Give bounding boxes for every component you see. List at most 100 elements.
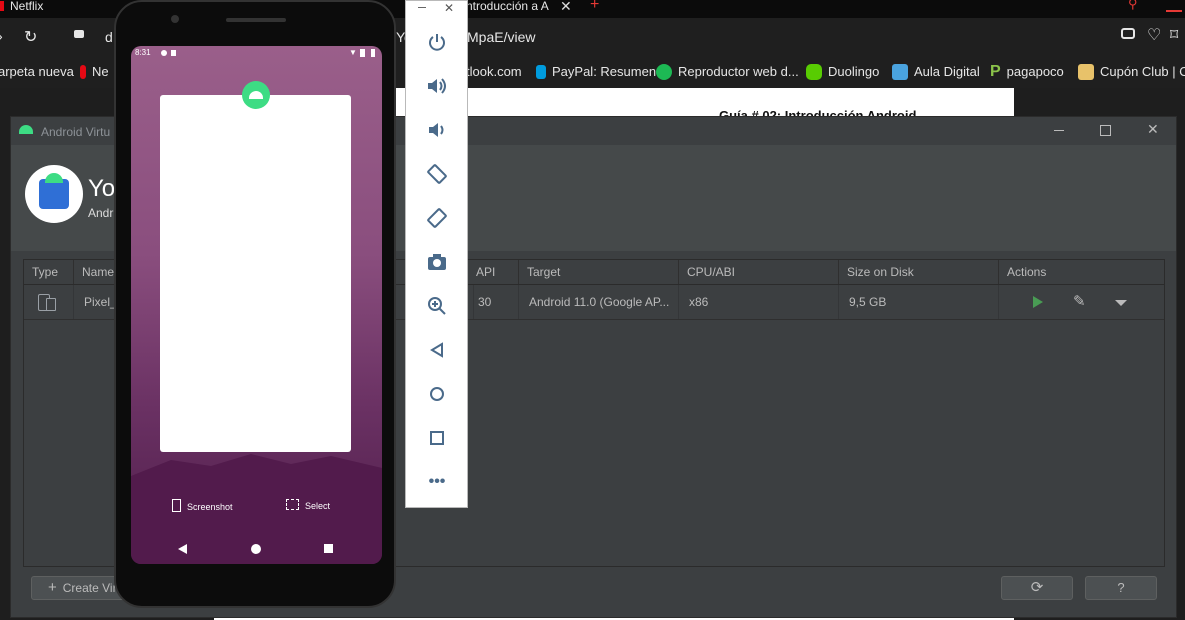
phone-screen[interactable]: 8:31 ▼ Screenshot Select [131,46,382,564]
minimize-icon[interactable] [1054,130,1064,131]
camera-icon[interactable] [1121,28,1135,39]
new-tab-icon[interactable]: + [590,0,604,18]
tab-netflix[interactable]: Netflix [0,0,100,18]
bookmark-folder[interactable]: arpeta nueva [0,62,74,82]
rotate-right-icon[interactable] [424,205,450,231]
window-title: Android Virtu [41,125,111,139]
back-icon[interactable] [424,337,450,363]
bookmark-label: Ne [92,64,109,79]
sd-card-icon [171,50,176,56]
paypal-icon [536,65,546,79]
column-header-cpu[interactable]: CPU/ABI [679,260,839,284]
bookmark-label: Aula Digital [914,64,980,79]
bookmark-pagapoco[interactable]: Ppagapoco [990,62,1064,82]
bookmark-cupon-club[interactable]: Cupón Club | O [1078,62,1185,82]
api-cell: 30 [468,285,519,319]
url-text-right[interactable]: MpaE/view [467,29,535,45]
chevron-down-icon[interactable] [1115,300,1127,306]
tab-close-icon[interactable]: ✕ [560,0,574,18]
android-icon [242,81,270,109]
netflix-icon [0,1,4,11]
tab-label: ntroducción a A [466,0,549,13]
select-icon [286,499,299,510]
column-header-api[interactable]: API [468,260,519,284]
type-cell [24,285,74,319]
bookmark-duolingo[interactable]: Duolingo [806,62,879,82]
heart-icon[interactable]: ♡ [1147,25,1161,45]
android-icon [19,125,33,134]
notification-icon [161,50,167,56]
emulator-phone: 8:31 ▼ Screenshot Select [114,0,396,608]
cpu-cell: x86 [679,285,839,319]
home-icon[interactable] [424,381,450,407]
maximize-icon[interactable] [1100,125,1111,136]
actions-cell: ✎ [999,285,1164,319]
close-icon[interactable]: ✕ [1147,121,1159,138]
minimize-icon[interactable] [1166,0,1182,12]
screenshot-icon [172,499,181,512]
rotate-left-icon[interactable] [424,161,450,187]
camera-icon[interactable] [424,249,450,275]
bookmark-label: PayPal: Resumen [552,64,657,79]
column-header-actions[interactable]: Actions [999,260,1164,284]
refresh-icon: ⟳ [1030,579,1044,596]
overview-icon[interactable] [424,425,450,451]
nav-home-icon[interactable] [251,544,261,554]
search-icon[interactable]: ⚲ [1128,0,1144,18]
bookmark-outlook[interactable]: tlook.com [466,62,522,82]
wifi-icon: ▼ [349,48,357,57]
bookmark-label: pagapoco [1006,64,1064,79]
front-camera [171,15,179,23]
close-icon[interactable]: ✕ [444,1,454,15]
cupon-club-icon [1078,64,1094,80]
power-icon[interactable] [424,29,450,55]
bookmark-label: tlook.com [466,64,522,79]
column-header-target[interactable]: Target [519,260,679,284]
screenshot-button[interactable]: Screenshot [172,499,233,512]
header-subtitle: Andr [88,206,114,220]
spotify-icon [656,64,672,80]
select-button[interactable]: Select [286,499,330,511]
url-text[interactable]: d [105,29,113,45]
zoom-icon[interactable] [424,293,450,319]
edit-icon[interactable]: ✎ [1073,285,1086,319]
bookmark-icon[interactable]: ⌑ [1170,25,1178,45]
bookmark-label: Duolingo [828,64,880,79]
duolingo-icon [806,64,822,80]
column-header-type[interactable]: Type [24,260,74,284]
android-studio-logo [25,165,83,223]
bookmark-label: Reproductor web d... [678,64,799,79]
more-icon[interactable]: ••• [424,469,450,495]
target-cell: Android 11.0 (Google AP... [519,285,679,319]
tab-label: Netflix [10,0,44,13]
bookmark-paypal[interactable]: PayPal: Resumen [536,62,656,82]
bookmark-aula-digital[interactable]: Aula Digital [892,62,980,82]
tablet-shape [46,298,56,311]
lock-icon [74,30,84,38]
create-button-label: Create Vir [62,581,117,595]
size-cell: 9,5 GB [839,285,999,319]
nav-back-icon[interactable] [178,544,187,554]
netflix-icon [80,65,86,79]
bookmark-netflix[interactable]: Ne [80,62,109,82]
select-label: Select [305,501,331,511]
volume-down-icon[interactable] [424,117,450,143]
volume-up-icon[interactable] [424,73,450,99]
nav-overview-icon[interactable] [324,544,333,553]
speaker-grill [226,18,286,22]
column-header-size[interactable]: Size on Disk [839,260,999,284]
bookmark-spotify[interactable]: Reproductor web d... [656,62,799,82]
tab-introduccion[interactable]: ntroducción a A [466,0,566,18]
signal-icon [360,49,365,57]
plus-icon: + [48,579,57,596]
minimize-icon[interactable] [418,7,426,8]
refresh-button[interactable]: ⟳ [1001,576,1073,600]
status-time: 8:31 [135,48,151,57]
help-button[interactable]: ? [1085,576,1157,600]
aula-digital-icon [892,64,908,80]
recent-app-card[interactable] [160,95,351,452]
forward-icon[interactable]: › [0,28,3,44]
bookmark-label: Cupón Club | O [1100,64,1185,79]
reload-icon[interactable]: ↻ [24,27,37,47]
play-icon[interactable] [1033,296,1043,308]
